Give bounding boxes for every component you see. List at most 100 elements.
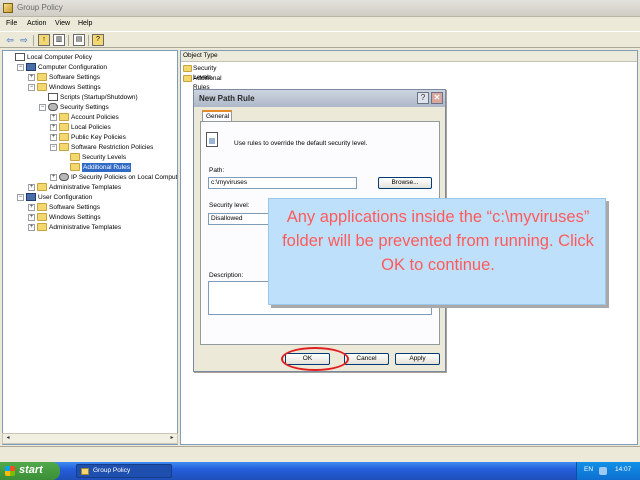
tab-label: General — [206, 113, 230, 120]
expand-icon[interactable]: + — [28, 74, 35, 81]
tree-item-label: Computer Configuration — [38, 64, 108, 71]
menu-bar: File Action View Help — [0, 18, 640, 31]
path-rule-icon — [206, 132, 218, 147]
dialog-help-button[interactable]: ? — [417, 92, 429, 104]
collapse-icon[interactable]: − — [50, 144, 57, 151]
tree-item-label: Account Policies — [71, 114, 119, 121]
expand-icon[interactable]: + — [28, 214, 35, 221]
tray-icon[interactable] — [599, 467, 607, 475]
folder-icon — [37, 183, 47, 191]
folder-icon — [59, 133, 69, 141]
tree-item-label: Additional Rules — [82, 163, 131, 172]
gear-icon — [48, 103, 58, 111]
folder-icon — [70, 153, 80, 161]
expand-icon[interactable]: + — [50, 174, 57, 181]
tree-item-label: User Configuration — [38, 194, 93, 201]
object-type-column-header[interactable]: Object Type — [181, 51, 637, 62]
collapse-icon[interactable]: − — [17, 64, 24, 71]
folder-icon — [37, 203, 47, 211]
tree-item-label: Administrative Templates — [49, 224, 122, 231]
help-icon[interactable]: ? — [92, 34, 104, 46]
scroll-left-icon[interactable]: ◂ — [3, 434, 13, 443]
tree-item-label: Public Key Policies — [71, 134, 126, 141]
tree-item-label: Security Settings — [60, 104, 109, 111]
gear-icon — [59, 173, 69, 181]
folder-icon — [59, 143, 69, 151]
forward-arrow-icon[interactable]: ⇨ — [18, 34, 30, 46]
window-title: Group Policy — [17, 3, 63, 12]
browse-button[interactable]: Browse... — [378, 177, 432, 189]
console-tree[interactable]: Local Computer Policy − Computer Configura… — [2, 50, 178, 445]
expand-icon[interactable]: + — [50, 134, 57, 141]
tree-item-label: Software Settings — [49, 74, 100, 81]
back-arrow-icon[interactable]: ⇦ — [4, 34, 16, 46]
toolbar-separator — [88, 35, 89, 46]
tree-item-label: Scripts (Startup/Shutdown) — [60, 94, 138, 101]
taskbar-item-group-policy[interactable]: Group Policy — [76, 464, 172, 478]
folder-icon — [59, 123, 69, 131]
status-bar — [0, 446, 640, 462]
intro-text: Use rules to override the default securi… — [234, 140, 368, 147]
start-button[interactable]: start — [0, 462, 60, 480]
toolbar-separator — [33, 35, 34, 46]
toolbar-separator — [68, 35, 69, 46]
computer-icon — [26, 193, 36, 201]
folder-icon — [37, 213, 47, 221]
dialog-title-bar[interactable]: New Path Rule ? ✕ — [194, 90, 445, 107]
expand-icon[interactable]: + — [28, 204, 35, 211]
tree-item-label: Local Computer Policy — [27, 54, 93, 61]
expand-icon[interactable]: + — [28, 224, 35, 231]
system-tray: EN 14:07 — [576, 462, 640, 480]
tree-item-label: Security Levels — [82, 154, 127, 161]
collapse-icon[interactable]: − — [39, 104, 46, 111]
path-value: c:\myviruses — [211, 179, 248, 186]
taskbar: start Group Policy EN 14:07 — [0, 462, 640, 480]
expand-icon[interactable]: + — [50, 124, 57, 131]
tree-item-label: Windows Settings — [49, 214, 101, 221]
apply-button[interactable]: Apply — [395, 353, 440, 365]
collapse-icon[interactable]: − — [28, 84, 35, 91]
tutorial-callout: Any applications inside the “c:\myviruse… — [268, 198, 606, 305]
clock: 14:07 — [615, 466, 632, 473]
taskbar-item-label: Group Policy — [93, 467, 131, 474]
collapse-icon[interactable]: − — [17, 194, 24, 201]
start-label: start — [19, 464, 43, 476]
toolbar: ⇦ ⇨ ↑ ▥ ▤ ? — [0, 31, 640, 48]
security-level-value: Disallowed — [211, 215, 243, 222]
tree-item-label: Software Restriction Policies — [71, 144, 154, 151]
language-indicator[interactable]: EN — [584, 466, 593, 473]
scroll-right-icon[interactable]: ▸ — [167, 434, 177, 443]
dialog-close-button[interactable]: ✕ — [431, 92, 443, 104]
column-header-label: Object Type — [183, 52, 218, 59]
tree-item-label: Local Policies — [71, 124, 111, 131]
expand-icon[interactable]: + — [50, 114, 57, 121]
group-policy-app-icon — [3, 3, 13, 13]
description-label: Description: — [209, 272, 244, 279]
policy-icon — [15, 53, 25, 61]
menu-file[interactable]: File — [6, 20, 17, 27]
expand-icon[interactable]: + — [28, 184, 35, 191]
tree-item-label: IP Security Policies on Local Computer — [71, 174, 178, 181]
tree-horizontal-scrollbar[interactable]: ◂ ▸ — [2, 433, 178, 444]
export-list-icon[interactable]: ▤ — [73, 34, 85, 46]
path-label: Path: — [209, 167, 225, 174]
folder-icon — [37, 83, 47, 91]
security-level-select[interactable]: Disallowed — [208, 213, 274, 225]
ok-highlight-ring — [281, 347, 349, 371]
path-input[interactable]: c:\myviruses — [208, 177, 357, 189]
tree-item-label: Software Settings — [49, 204, 100, 211]
windows-logo-icon — [5, 466, 15, 476]
up-folder-icon[interactable]: ↑ — [38, 34, 50, 46]
tree-item-label: Windows Settings — [49, 84, 101, 91]
show-hide-tree-icon[interactable]: ▥ — [53, 34, 65, 46]
menu-action[interactable]: Action — [27, 20, 46, 27]
tree-item-label: Administrative Templates — [49, 184, 122, 191]
menu-help[interactable]: Help — [78, 20, 92, 27]
group-policy-app-icon — [81, 468, 89, 475]
menu-view[interactable]: View — [55, 20, 70, 27]
computer-icon — [26, 63, 36, 71]
security-level-label: Security level: — [209, 202, 250, 209]
cancel-button[interactable]: Cancel — [344, 353, 389, 365]
title-bar[interactable]: Group Policy — [0, 0, 640, 17]
document-icon — [48, 93, 58, 101]
